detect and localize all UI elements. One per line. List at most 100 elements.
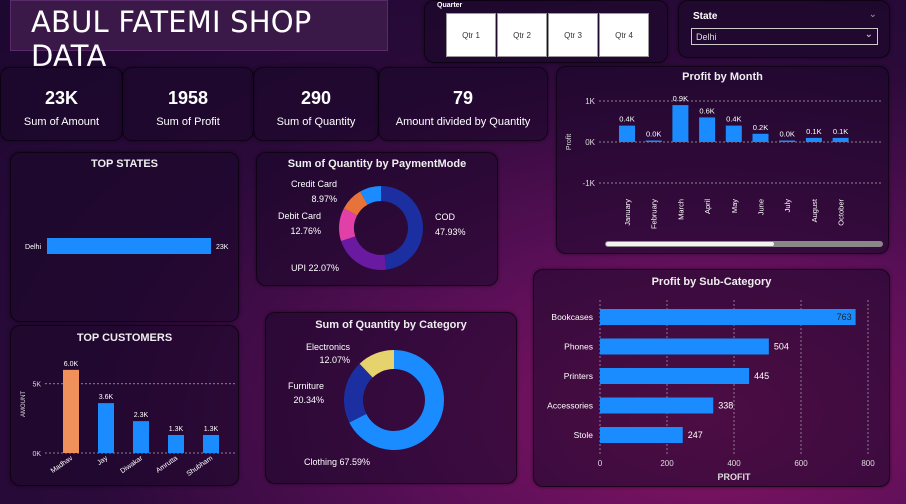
chevron-down-icon[interactable]: ⌄	[869, 9, 877, 20]
x-tick-label: April	[703, 199, 712, 214]
quarter-button-3[interactable]: Qtr 3	[548, 13, 598, 57]
data-label: 338	[718, 401, 733, 411]
y-tick-label: Phones	[564, 342, 593, 352]
data-label: 0.1K	[806, 127, 821, 136]
x-tick-label: 800	[861, 459, 875, 468]
bar	[805, 137, 822, 142]
state-slicer: State ⌄ Delhi ⌄	[678, 0, 890, 58]
profit-by-month-card: Profit by Month 1K 0K -1K Profit 0.4K January…	[556, 66, 889, 254]
bar	[832, 137, 849, 142]
quarter-button-4[interactable]: Qtr 4	[599, 13, 649, 57]
y-axis-label: AMOUNT	[21, 391, 27, 417]
sub-category-card: Profit by Sub-Category 0 200 400 600 800 PROF…	[533, 269, 890, 487]
data-label: 0.2K	[753, 123, 768, 132]
donut-slice	[381, 186, 423, 270]
kpi-value: 23K	[44, 88, 79, 108]
bar	[203, 434, 219, 453]
quarter-button-1[interactable]: Qtr 1	[446, 13, 496, 57]
x-tick-label: May	[730, 199, 739, 213]
quarter-button-2[interactable]: Qtr 2	[497, 13, 547, 57]
data-label: 2.3K	[134, 412, 149, 419]
bar	[600, 368, 750, 384]
slice-percent: 12.76%	[290, 226, 321, 236]
y-tick-label: Accessories	[547, 401, 593, 411]
bar	[779, 140, 796, 142]
bar	[133, 421, 149, 453]
slice-percent: 47.93%	[435, 227, 466, 237]
payment-mode-donut: COD 47.93% UPI 22.07% Debit Card 12.76% Credi…	[278, 179, 466, 273]
x-tick-label: 400	[727, 459, 741, 468]
bar	[98, 403, 114, 453]
scrollbar-thumb[interactable]	[606, 242, 774, 246]
donut-slice	[341, 236, 387, 270]
y-tick-label: Printers	[564, 371, 593, 381]
slice-label: Debit Card	[278, 211, 321, 221]
data-label: 0.9K	[673, 94, 688, 103]
x-tick-label: January	[623, 199, 632, 226]
data-label: 504	[774, 342, 789, 352]
data-label: 247	[688, 430, 703, 440]
x-tick-label: August	[810, 198, 819, 222]
dropdown-chevron-icon: ⌄	[864, 29, 873, 40]
data-label: 0.4K	[619, 115, 634, 124]
sub-category-chart: 0 200 400 600 800 PROFIT Bookcases 763 Phones 504…	[547, 300, 875, 482]
top-customers-chart: 0K 5K AMOUNT 6.0K Madhav 3.6K Jay 2.3K Diwakar 1.…	[21, 361, 235, 478]
data-label: 0.0K	[779, 130, 794, 139]
y-axis-label: Profit	[566, 134, 573, 150]
category-card: Sum of Quantity by Category Electronics 1…	[265, 312, 517, 484]
data-label: 0.4K	[726, 115, 741, 124]
slice-label: Furniture	[288, 381, 324, 391]
y-tick-label: -1K	[583, 179, 596, 188]
data-label: 6.0K	[64, 361, 79, 368]
kpi-value: 1958	[167, 88, 209, 108]
y-tick-label: Bookcases	[551, 312, 593, 322]
kpi-card-quantity: 290 Sum of Quantity	[253, 67, 379, 141]
bar	[752, 133, 769, 142]
x-tick-label: October	[837, 199, 846, 226]
y-tick-label: 5K	[32, 382, 41, 389]
top-customers-card: TOP CUSTOMERS 0K 5K AMOUNT 6.0K Madhav 3.6K Ja…	[10, 325, 239, 486]
bar	[725, 125, 742, 142]
slice-percent: 8.97%	[311, 194, 337, 204]
x-tick-label: July	[783, 199, 792, 213]
x-axis-label: PROFIT	[718, 472, 752, 482]
kpi-label: Amount divided by Quantity	[395, 116, 531, 128]
category-donut: Electronics 12.07% Furniture 20.34% Clothing…	[288, 342, 444, 467]
slice-percent: 20.34%	[293, 395, 324, 405]
x-tick-label: Shubham	[186, 455, 215, 478]
top-states-card: TOP STATES Delhi 23K	[10, 152, 239, 322]
kpi-card-profit: 1958 Sum of Profit	[122, 67, 254, 141]
x-tick-label: June	[757, 199, 766, 215]
slice-label: UPI 22.07%	[291, 263, 339, 273]
y-tick-label: Delhi	[25, 244, 41, 251]
bar	[600, 309, 856, 325]
bar	[63, 369, 79, 453]
x-tick-label: Madhav	[50, 455, 75, 475]
slice-label: COD	[435, 212, 456, 222]
data-label: 763	[837, 312, 852, 322]
kpi-card-amount-per-qty: 79 Amount divided by Quantity	[378, 67, 548, 141]
profit-by-month-chart: 1K 0K -1K Profit 0.4K January 0.0K February 0.9K…	[566, 94, 883, 229]
data-label: 0.0K	[646, 130, 661, 139]
x-tick-label: March	[676, 199, 685, 220]
y-tick-label: 0K	[585, 138, 595, 147]
x-tick-label: Diwakar	[119, 455, 144, 476]
slice-percent: 12.07%	[319, 355, 350, 365]
data-label: 3.6K	[99, 394, 114, 401]
bar	[600, 338, 769, 355]
state-dropdown[interactable]: Delhi ⌄	[691, 28, 878, 45]
bar	[168, 434, 184, 453]
bar	[699, 117, 716, 142]
bar	[619, 125, 635, 142]
data-label: 445	[754, 371, 769, 381]
y-tick-label: 1K	[585, 97, 595, 106]
kpi-label: Sum of Amount	[23, 116, 100, 128]
x-tick-label: Amrutta	[155, 455, 179, 475]
x-tick-label: February	[650, 199, 659, 229]
x-tick-label: Jay	[96, 455, 109, 467]
bar	[47, 238, 211, 254]
state-selected-value: Delhi	[696, 32, 717, 42]
slice-label: Clothing 67.59%	[304, 457, 370, 467]
bar	[600, 397, 714, 414]
horizontal-scrollbar[interactable]	[605, 241, 883, 247]
